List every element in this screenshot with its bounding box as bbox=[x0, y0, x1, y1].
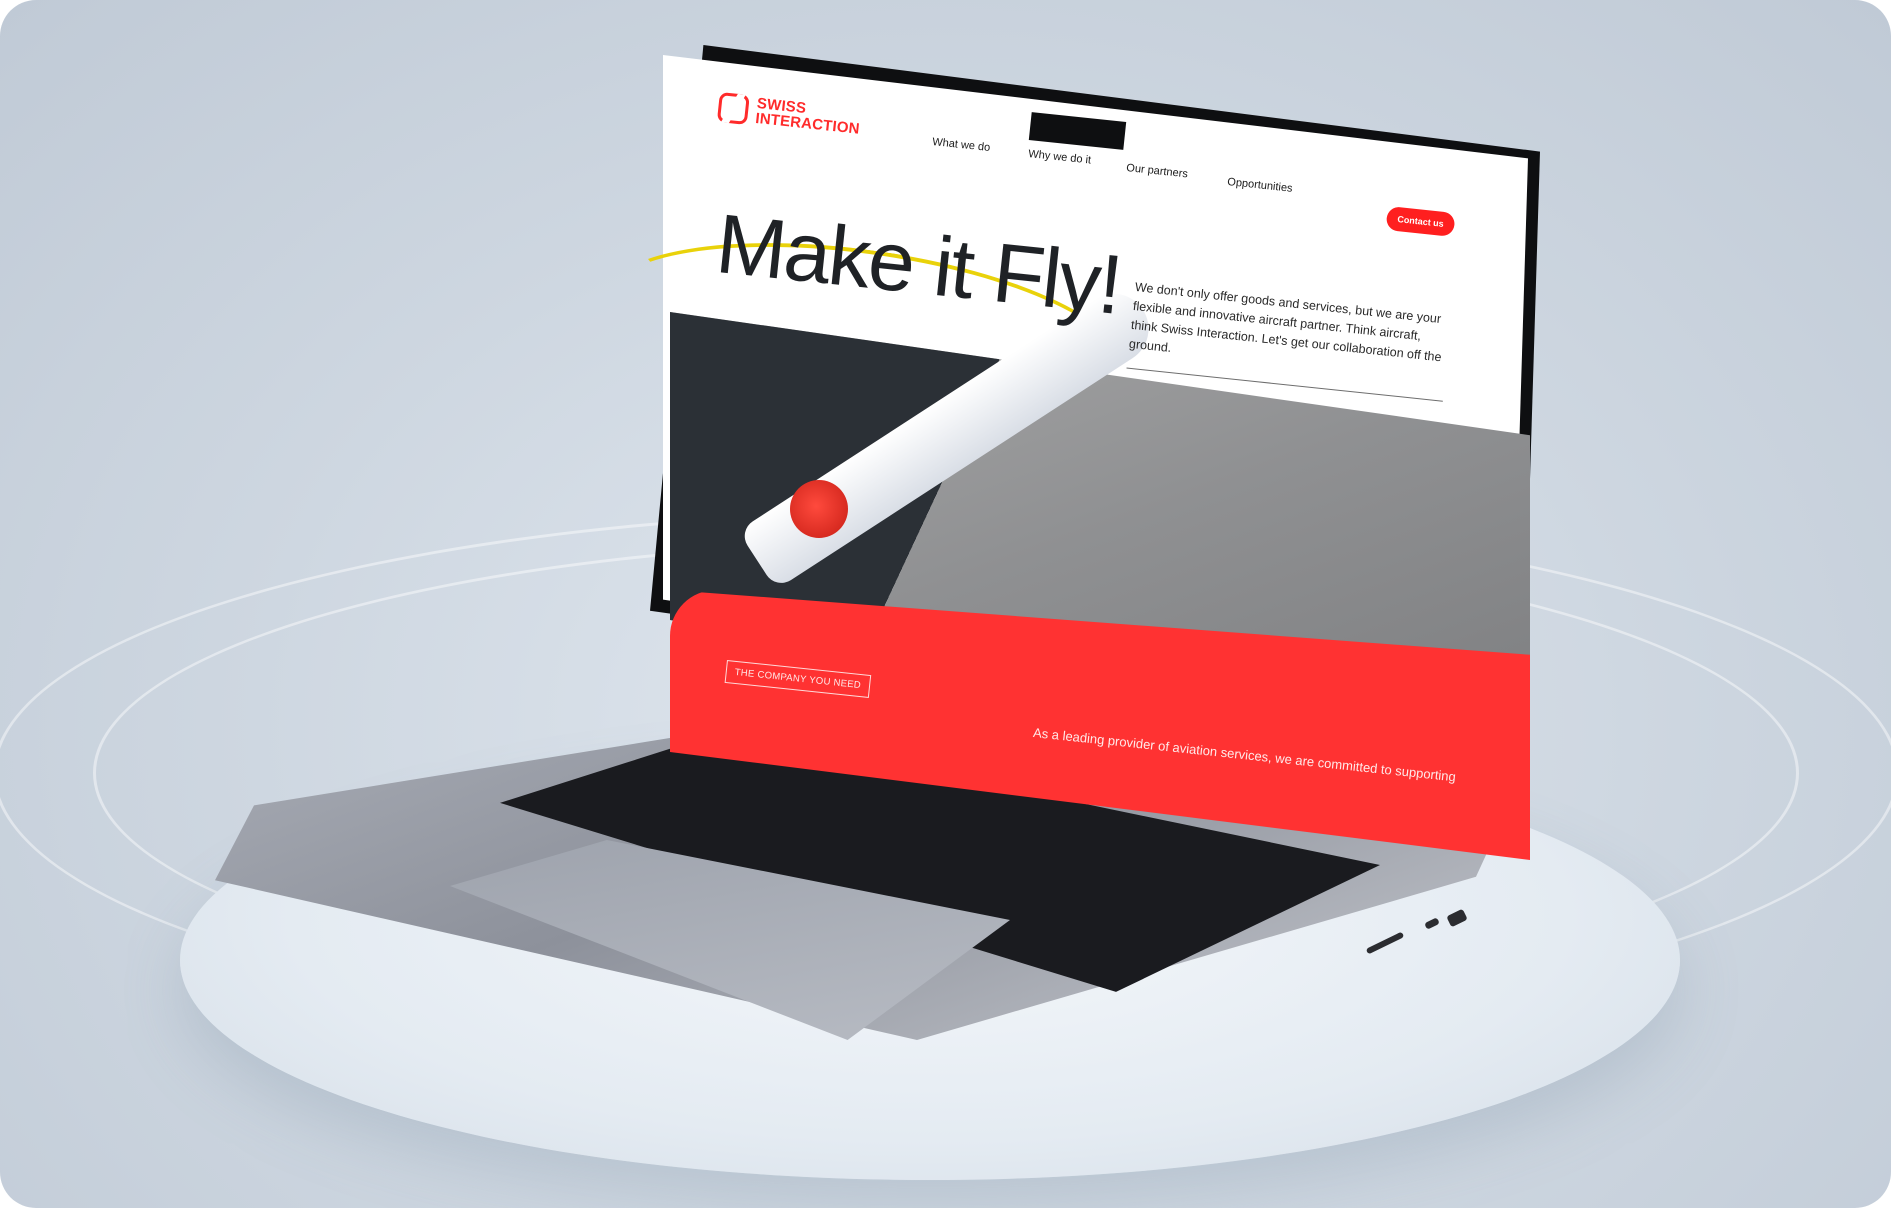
airplane-engine bbox=[790, 480, 848, 538]
mockup-stage: SWISS INTERACTION What we do Why we do i… bbox=[0, 0, 1891, 1208]
logo-icon bbox=[716, 92, 750, 125]
